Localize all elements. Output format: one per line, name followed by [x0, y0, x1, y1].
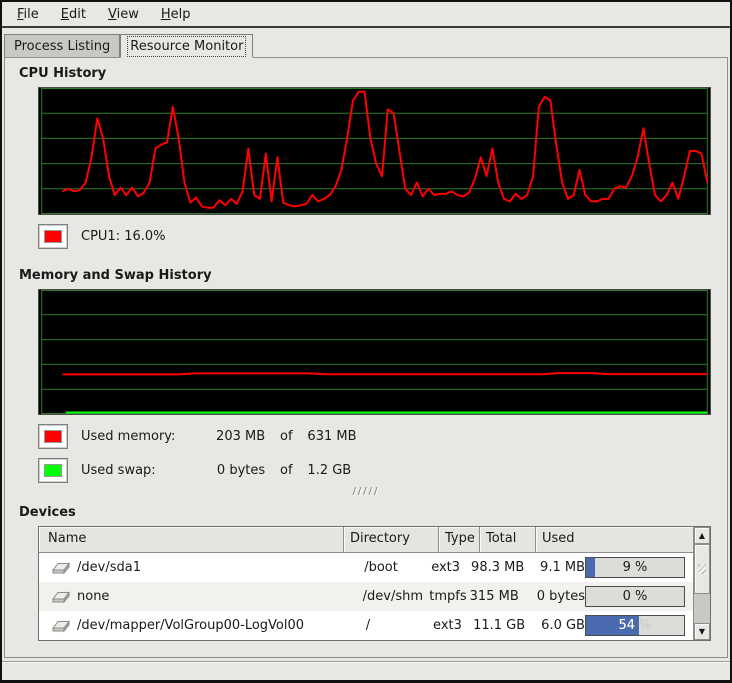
device-total: 98.3 MB — [468, 560, 524, 575]
column-header-type[interactable]: Type — [439, 527, 480, 553]
swap-color-swatch — [44, 464, 62, 477]
swap-total-value: 1.2 GB — [307, 463, 351, 478]
scrollbar-thumb[interactable] — [694, 544, 710, 594]
scrollbar-trough[interactable] — [694, 594, 710, 623]
table-row[interactable]: none /dev/shm tmpfs 315 MB 0 bytes 0 % 0… — [39, 582, 693, 611]
device-used: 0 bytes — [537, 589, 585, 604]
menu-view[interactable]: View — [99, 4, 148, 25]
memory-swap-graph — [38, 289, 711, 415]
system-monitor-window: File Edit View Help Process Listing Reso… — [0, 0, 732, 683]
cpu-legend: CPU1: 16.0% — [38, 223, 713, 249]
disk-drive-icon — [52, 619, 70, 633]
device-directory: /boot — [335, 560, 428, 575]
device-type: ext3 — [430, 618, 470, 633]
disk-drive-icon — [52, 590, 70, 604]
arrow-up-icon: ▲ — [699, 531, 705, 540]
used-percent-bar: 0 % 0 % — [585, 586, 685, 607]
swap-of-label: of — [269, 463, 303, 478]
devices-table: Name Directory Type Total Used — [38, 526, 711, 641]
swap-color-button[interactable] — [38, 458, 68, 483]
devices-section: Devices Name Directory Type Total Used — [19, 505, 713, 641]
cpu-legend-label: CPU1: 16.0% — [81, 229, 166, 244]
cpu-history-title: CPU History — [19, 66, 713, 81]
scroll-down-button[interactable]: ▼ — [694, 623, 710, 640]
memory-history-title: Memory and Swap History — [19, 268, 713, 283]
device-directory: /dev/shm — [334, 589, 427, 604]
memory-of-label: of — [269, 429, 303, 444]
device-type: ext3 — [428, 560, 468, 575]
device-name: /dev/sda1 — [77, 560, 141, 575]
swap-legend: Used swap: 0 bytes of 1.2 GB — [38, 457, 713, 483]
table-row[interactable]: /dev/mapper/VolGroup00-LogVol00 / ext3 1… — [39, 611, 693, 640]
cpu-color-swatch — [44, 230, 62, 243]
resource-monitor-page: CPU History CPU1: 16.0% Memory and Swap … — [4, 57, 728, 658]
device-name: none — [77, 589, 109, 604]
column-header-used[interactable]: Used — [536, 527, 693, 553]
memory-legend: Used memory: 203 MB of 631 MB — [38, 423, 713, 449]
table-row[interactable]: /dev/sda1 /boot ext3 98.3 MB 9.1 MB 9 % … — [39, 553, 693, 582]
used-percent-label: 0 % — [586, 587, 684, 606]
memory-total-value: 631 MB — [307, 429, 356, 444]
used-percent-bar: 9 % 9 % — [585, 557, 685, 578]
memory-color-swatch — [44, 430, 62, 443]
column-header-directory[interactable]: Directory — [344, 527, 439, 553]
devices-title: Devices — [19, 505, 713, 520]
memory-color-button[interactable] — [38, 424, 68, 449]
scroll-up-button[interactable]: ▲ — [694, 527, 710, 544]
device-total: 315 MB — [467, 589, 521, 604]
device-used: 6.0 GB — [541, 618, 585, 633]
pane-resize-grip[interactable]: ///// — [19, 487, 713, 499]
menu-file[interactable]: File — [8, 4, 48, 25]
device-name: /dev/mapper/VolGroup00-LogVol00 — [77, 618, 304, 633]
device-total: 11.1 GB — [470, 618, 525, 633]
swap-used-value: 0 bytes — [203, 463, 265, 478]
vertical-scrollbar: ▲ ▼ — [693, 527, 710, 640]
cpu-color-button[interactable] — [38, 224, 68, 249]
devices-table-header: Name Directory Type Total Used — [39, 527, 693, 553]
menu-bar: File Edit View Help — [2, 2, 730, 28]
notebook-tabs: Process Listing Resource Monitor — [2, 28, 730, 57]
device-directory: / — [337, 618, 430, 633]
arrow-down-icon: ▼ — [699, 627, 705, 636]
menu-help[interactable]: Help — [152, 4, 200, 25]
tab-resource-monitor[interactable]: Resource Monitor — [120, 34, 253, 58]
status-bar — [2, 661, 730, 680]
used-percent-label: 9 % — [586, 558, 684, 577]
column-header-name[interactable]: Name — [39, 527, 344, 553]
column-header-total[interactable]: Total — [480, 527, 536, 553]
menu-edit[interactable]: Edit — [52, 4, 95, 25]
device-used: 9.1 MB — [540, 560, 585, 575]
memory-legend-label: Used memory: — [81, 429, 199, 444]
swap-legend-label: Used swap: — [81, 463, 199, 478]
cpu-history-chart — [39, 88, 710, 214]
device-type: tmpfs — [426, 589, 466, 604]
used-percent-bar: 54 % 54 % — [585, 615, 685, 636]
disk-drive-icon — [52, 561, 70, 575]
tab-process-listing[interactable]: Process Listing — [4, 34, 120, 57]
memory-used-value: 203 MB — [203, 429, 265, 444]
memory-swap-chart — [39, 290, 710, 414]
cpu-history-graph — [38, 87, 711, 215]
